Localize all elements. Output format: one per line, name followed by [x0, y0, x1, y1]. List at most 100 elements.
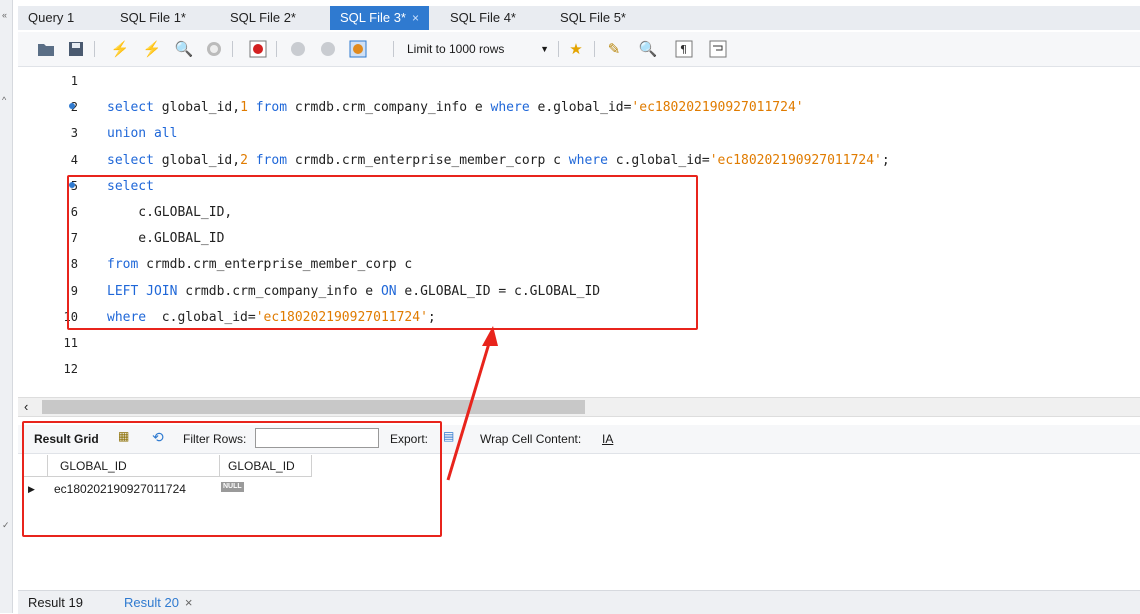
- refresh-icon[interactable]: ⟲: [152, 429, 164, 446]
- line-number: 9: [70, 283, 78, 298]
- code-token: ;: [881, 152, 890, 168]
- toolbar-separator: [393, 41, 394, 57]
- code-token: 'ec180202190927011724': [255, 309, 428, 325]
- code-token: crmdb.crm_company_info e: [287, 100, 491, 116]
- close-tab-icon[interactable]: ×: [412, 11, 419, 25]
- editor-line[interactable]: 2select global_id,1 from crmdb.crm_compa…: [18, 95, 1140, 121]
- code-token: ;: [427, 309, 436, 325]
- wrap-icon[interactable]: [708, 39, 728, 59]
- editor-line[interactable]: 1: [18, 69, 1140, 95]
- line-number: 3: [70, 126, 78, 141]
- code-line: select global_id,1 from crmdb.crm_compan…: [107, 100, 804, 115]
- editor-line[interactable]: 11: [18, 331, 1140, 357]
- stop-icon[interactable]: [204, 39, 224, 59]
- tab-sql-file-4[interactable]: SQL File 4*: [440, 6, 526, 30]
- line-number: 1: [70, 74, 78, 88]
- tab-label: SQL File 5*: [560, 10, 626, 25]
- code-line: where c.global_id='ec180202190927011724'…: [107, 310, 436, 325]
- editor-line[interactable]: 6 c.GLOBAL_ID,: [18, 200, 1140, 226]
- tab-sql-file-1[interactable]: SQL File 1*: [110, 6, 196, 30]
- table-cell-global-id[interactable]: ec180202190927011724: [54, 479, 186, 499]
- editor-horizontal-scrollbar[interactable]: ‹: [18, 397, 1140, 417]
- code-line: LEFT JOIN crmdb.crm_company_info e ON e.…: [107, 284, 600, 299]
- code-token: select: [107, 178, 154, 194]
- tab-label: SQL File 1*: [120, 10, 186, 25]
- open-folder-icon[interactable]: [36, 39, 56, 59]
- column-header-global-id[interactable]: GLOBAL_ID: [48, 455, 220, 477]
- editor-line[interactable]: 5select: [18, 174, 1140, 200]
- code-token: LEFT JOIN: [107, 283, 178, 299]
- statement-marker-icon: [69, 181, 75, 188]
- sql-editor[interactable]: 12select global_id,1 from crmdb.crm_comp…: [18, 67, 1140, 397]
- code-token: select: [107, 152, 154, 168]
- editor-line[interactable]: 10 where c.global_id='ec18020219092701172…: [18, 305, 1140, 331]
- invisible-chars-icon[interactable]: ¶: [674, 39, 694, 59]
- editor-line[interactable]: 8 from crmdb.crm_enterprise_member_corp c: [18, 252, 1140, 278]
- wrap-cell-icon[interactable]: IA: [602, 432, 613, 446]
- tab-sql-file-3[interactable]: SQL File 3* ×: [330, 6, 430, 30]
- limit-rows-select[interactable]: Limit to 1000 rows ▼: [403, 39, 553, 59]
- check-marker-icon[interactable]: ✓: [2, 520, 10, 531]
- toolbar-separator: [594, 41, 595, 57]
- tab-sql-file-5[interactable]: SQL File 5*: [550, 6, 636, 30]
- tab-sql-file-2[interactable]: SQL File 2*: [220, 6, 306, 30]
- code-line: from crmdb.crm_enterprise_member_corp c: [107, 257, 412, 272]
- rollback-icon[interactable]: [318, 39, 338, 59]
- autocommit-icon[interactable]: [348, 39, 368, 59]
- svg-text:¶: ¶: [680, 43, 687, 56]
- export-label: Export:: [390, 432, 429, 446]
- code-token: from: [255, 152, 288, 168]
- execute-current-icon[interactable]: ⚡: [142, 39, 162, 59]
- result-tab-bar: Result 19 Result 20 ×: [18, 590, 1140, 614]
- save-icon[interactable]: [66, 39, 86, 59]
- code-token: 1: [240, 100, 248, 116]
- column-header-global-id[interactable]: GLOBAL_ID: [220, 455, 312, 477]
- tab-result-19[interactable]: Result 19: [28, 595, 83, 610]
- editor-line[interactable]: 9 LEFT JOIN crmdb.crm_company_info e ON e…: [18, 279, 1140, 305]
- grid-view-icon[interactable]: ▦: [118, 429, 129, 443]
- find-icon[interactable]: 🔍: [638, 39, 658, 59]
- result-grid-button[interactable]: Result Grid: [34, 432, 99, 446]
- code-token: ON: [380, 283, 397, 299]
- explain-icon[interactable]: 🔍: [174, 39, 194, 59]
- null-badge[interactable]: NULL: [221, 482, 244, 492]
- row-header-corner: [22, 455, 48, 477]
- commit-icon[interactable]: [288, 39, 308, 59]
- editor-line[interactable]: 7 e.GLOBAL_ID: [18, 226, 1140, 252]
- result-grid: GLOBAL_ID GLOBAL_ID ▶ ec1802021909270117…: [22, 455, 322, 515]
- code-token: crmdb.crm_company_info e: [177, 283, 381, 299]
- execute-icon[interactable]: ⚡: [110, 39, 130, 59]
- line-number: 4: [70, 152, 78, 167]
- code-token: global_id,: [153, 100, 241, 116]
- code-line: select: [107, 179, 154, 194]
- code-token: select: [107, 100, 154, 116]
- editor-line[interactable]: 12: [18, 357, 1140, 383]
- export-icon[interactable]: ▤: [443, 429, 454, 443]
- limit-rows-value: Limit to 1000 rows: [407, 42, 505, 56]
- code-token: from: [255, 100, 288, 116]
- caret-up-icon[interactable]: ^: [2, 95, 6, 105]
- tab-result-20[interactable]: Result 20 ×: [124, 595, 193, 610]
- editor-line[interactable]: 4 select global_id,2 from crmdb.crm_enter…: [18, 148, 1140, 174]
- wrap-cell-content-label: Wrap Cell Content:: [480, 432, 582, 446]
- line-number: 7: [70, 231, 78, 246]
- beautify-icon[interactable]: ✎: [604, 39, 624, 59]
- filter-rows-input[interactable]: [255, 428, 379, 448]
- editor-line[interactable]: 3 union all: [18, 121, 1140, 147]
- toolbar-separator: [94, 41, 95, 57]
- code-token: global_id,: [153, 152, 241, 168]
- toggle-error-icon[interactable]: [248, 39, 268, 59]
- bookmark-star-icon[interactable]: ★: [566, 39, 586, 59]
- scrollbar-thumb[interactable]: [42, 400, 585, 414]
- code-token: e.global_id=: [529, 100, 632, 116]
- code-line: select global_id,2 from crmdb.crm_enterp…: [107, 153, 890, 168]
- close-tab-icon[interactable]: ×: [185, 595, 193, 610]
- code-token: c.global_id=: [607, 152, 710, 168]
- line-number: 12: [63, 362, 78, 377]
- scroll-left-icon[interactable]: ‹: [24, 398, 28, 416]
- collapse-marker-icon[interactable]: «: [2, 10, 7, 20]
- chevron-down-icon: ▼: [540, 44, 549, 54]
- code-token: c.GLOBAL_ID,: [107, 205, 233, 220]
- tab-query-1[interactable]: Query 1: [18, 6, 84, 30]
- code-token: c.global_id=: [146, 309, 256, 325]
